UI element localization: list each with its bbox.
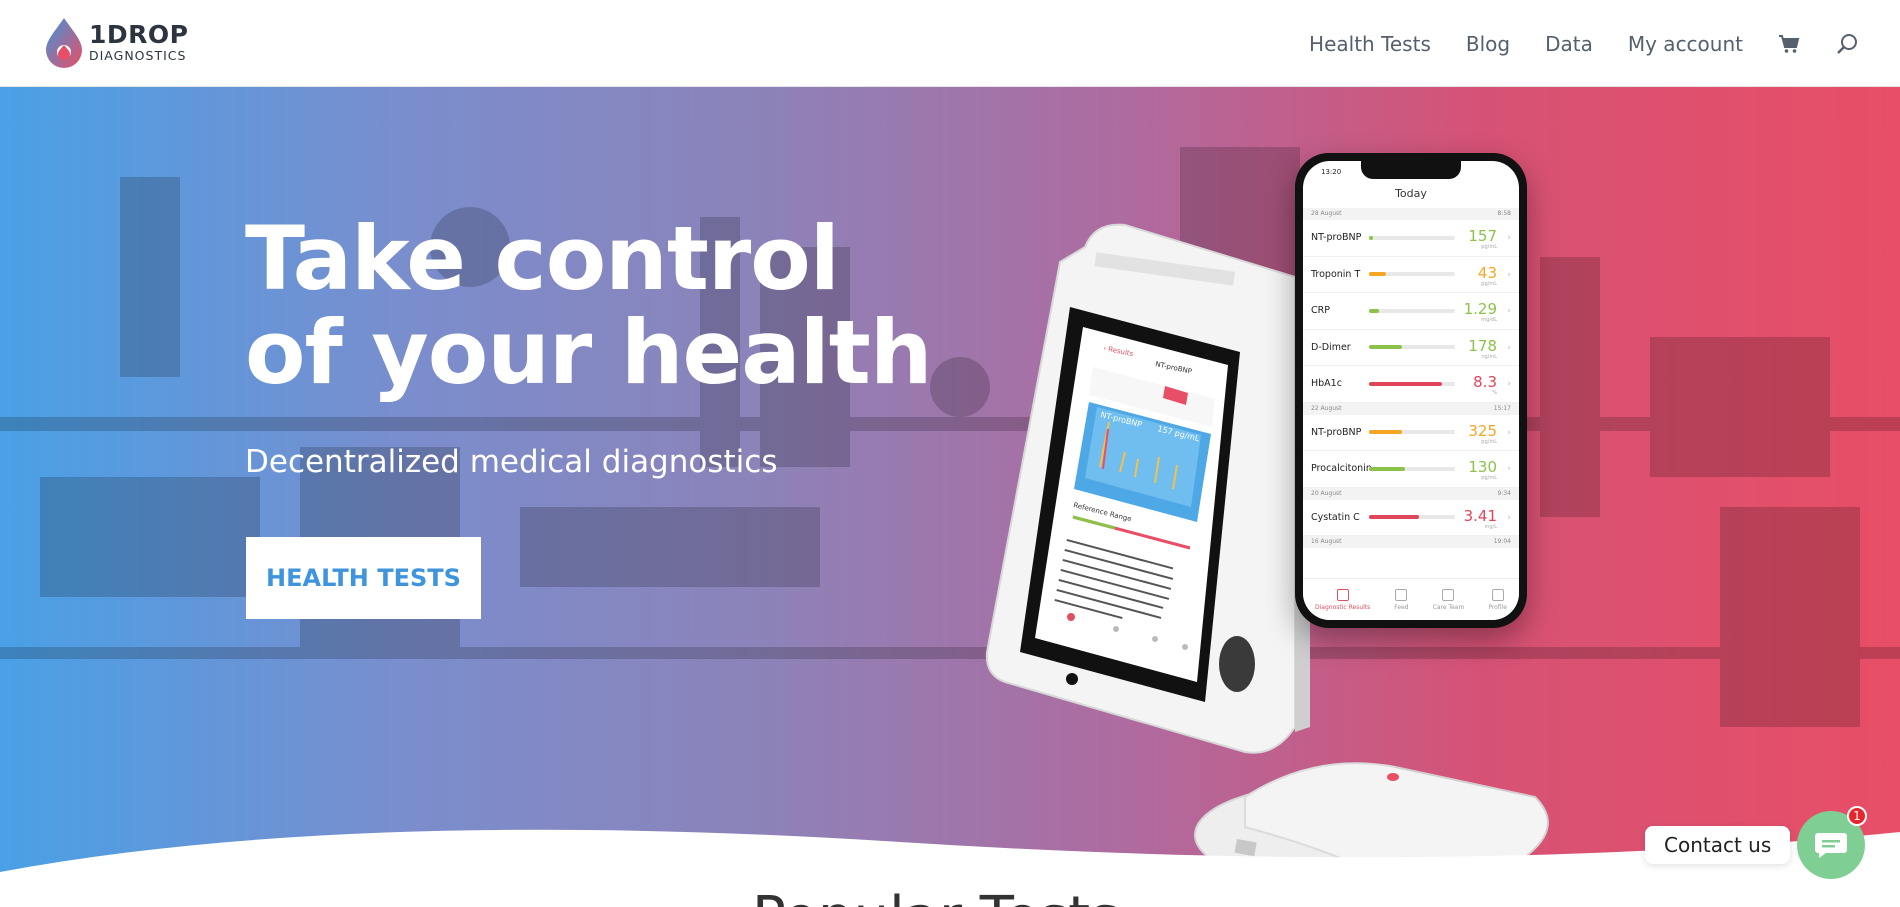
brand-name: 1DROP [89, 19, 189, 49]
chevron-right-icon: › [1507, 233, 1511, 243]
result-row[interactable]: HbA1c 8.3% › [1303, 366, 1519, 403]
chevron-right-icon: › [1507, 464, 1511, 474]
result-level-bar [1369, 430, 1455, 435]
search-icon[interactable] [1836, 33, 1858, 55]
result-name: Troponin T [1311, 268, 1361, 280]
result-level-bar [1369, 345, 1455, 350]
result-row[interactable]: Procalcitonin 130 pg/mL › [1303, 451, 1519, 488]
chevron-right-icon: › [1507, 427, 1511, 438]
nav-my-account[interactable]: My account [1628, 32, 1743, 56]
nav-data[interactable]: Data [1545, 32, 1593, 56]
result-row[interactable]: Cystatin C 3.41 mg/L › [1303, 500, 1519, 536]
health-tests-button[interactable]: HEALTH TESTS [246, 537, 481, 619]
drop-logo-icon [42, 14, 86, 70]
result-row[interactable]: NT-proBNP 157 pg/mL › [1303, 220, 1519, 257]
result-level-bar [1369, 381, 1455, 386]
result-unit: pg/mL [1481, 438, 1497, 445]
result-unit: ng/mL [1481, 353, 1497, 360]
result-value: 3.41 [1463, 506, 1497, 525]
nav-health-tests[interactable]: Health Tests [1309, 32, 1431, 56]
date-header: 16 August 19:04 [1303, 536, 1519, 548]
hero-section: Take control of your health Decentralize… [0, 87, 1900, 907]
phone-mockup: 13:20 Today 28 August 8:58 NT-proBNP 157 pg/… [1295, 153, 1527, 628]
main-nav: Health Tests Blog Data My account [1309, 0, 1900, 87]
tab-care-team[interactable]: Care Team [1433, 588, 1464, 611]
contact-us-label[interactable]: Contact us [1645, 826, 1791, 864]
date-header: 22 August 15:17 [1303, 402, 1519, 415]
cart-icon[interactable] [1778, 34, 1800, 54]
result-value: 1.29 [1463, 300, 1497, 318]
result-value: 130 [1468, 458, 1497, 476]
result-unit: % [1492, 390, 1497, 396]
phone-notch [1361, 161, 1461, 179]
result-value: 325 [1468, 421, 1497, 440]
result-level-bar [1369, 235, 1455, 240]
logo[interactable]: 1DROP DIAGNOSTICS [42, 14, 188, 70]
chat-icon [1815, 833, 1847, 858]
result-row[interactable]: CRP 1.29 mg/dL › [1303, 293, 1519, 330]
notification-badge: 1 [1847, 806, 1867, 826]
result-name: D-Dimer [1311, 341, 1351, 353]
tab-profile[interactable]: Profile [1488, 588, 1507, 611]
result-unit: mg/dL [1481, 317, 1497, 323]
result-level-bar [1369, 272, 1455, 277]
result-value: 8.3 [1473, 373, 1497, 391]
result-level-bar [1369, 308, 1455, 313]
result-unit: pg/mL [1481, 475, 1497, 481]
result-unit: pg/mL [1481, 280, 1497, 287]
result-level-bar [1369, 515, 1455, 520]
results-list: 28 August 8:58 NT-proBNP 157 pg/mL › Troponin … [1303, 208, 1519, 548]
chevron-right-icon: › [1507, 512, 1511, 523]
popular-tests-heading: Popular Tests [752, 885, 1119, 907]
site-header: 1DROP DIAGNOSTICS Health Tests Blog Data… [0, 0, 1900, 87]
result-unit: mg/L [1484, 523, 1497, 530]
result-name: CRP [1311, 305, 1330, 317]
result-row[interactable]: Troponin T 43 pg/mL › [1303, 257, 1519, 293]
chevron-right-icon: › [1507, 342, 1511, 353]
hero-title-line2: of your health [245, 301, 932, 404]
result-name: HbA1c [1311, 378, 1342, 390]
phone-title: Today [1395, 187, 1427, 200]
tab-diagnostic-results[interactable]: Diagnostic Results [1315, 588, 1370, 611]
hero-subtitle: Decentralized medical diagnostics [245, 444, 778, 480]
hero-title: Take control of your health [245, 207, 932, 404]
tab-feed[interactable]: Feed [1394, 588, 1409, 611]
brand-tagline: DIAGNOSTICS [89, 47, 187, 63]
phone-screen: 13:20 Today 28 August 8:58 NT-proBNP 157 pg/… [1303, 161, 1519, 620]
result-name: NT-proBNP [1311, 426, 1362, 438]
result-name: NT-proBNP [1311, 232, 1362, 244]
result-level-bar [1369, 466, 1455, 471]
result-value: 43 [1477, 263, 1497, 282]
chevron-right-icon: › [1507, 379, 1511, 389]
result-value: 157 [1468, 227, 1497, 245]
result-name: Cystatin C [1311, 511, 1360, 523]
result-value: 178 [1468, 336, 1497, 355]
chevron-right-icon: › [1507, 306, 1511, 316]
date-header: 20 August 9:34 [1303, 487, 1519, 500]
result-name: Procalcitonin [1311, 463, 1372, 475]
date-header: 28 August 8:58 [1303, 208, 1519, 220]
chevron-right-icon: › [1507, 269, 1511, 280]
result-unit: pg/mL [1481, 244, 1497, 250]
nav-blog[interactable]: Blog [1466, 32, 1510, 56]
result-row[interactable]: NT-proBNP 325 pg/mL › [1303, 415, 1519, 451]
phone-tabbar: Diagnostic Results Feed Care Team Profil… [1303, 578, 1519, 620]
hero-title-line1: Take control [245, 207, 840, 310]
result-row[interactable]: D-Dimer 178 ng/mL › [1303, 330, 1519, 366]
